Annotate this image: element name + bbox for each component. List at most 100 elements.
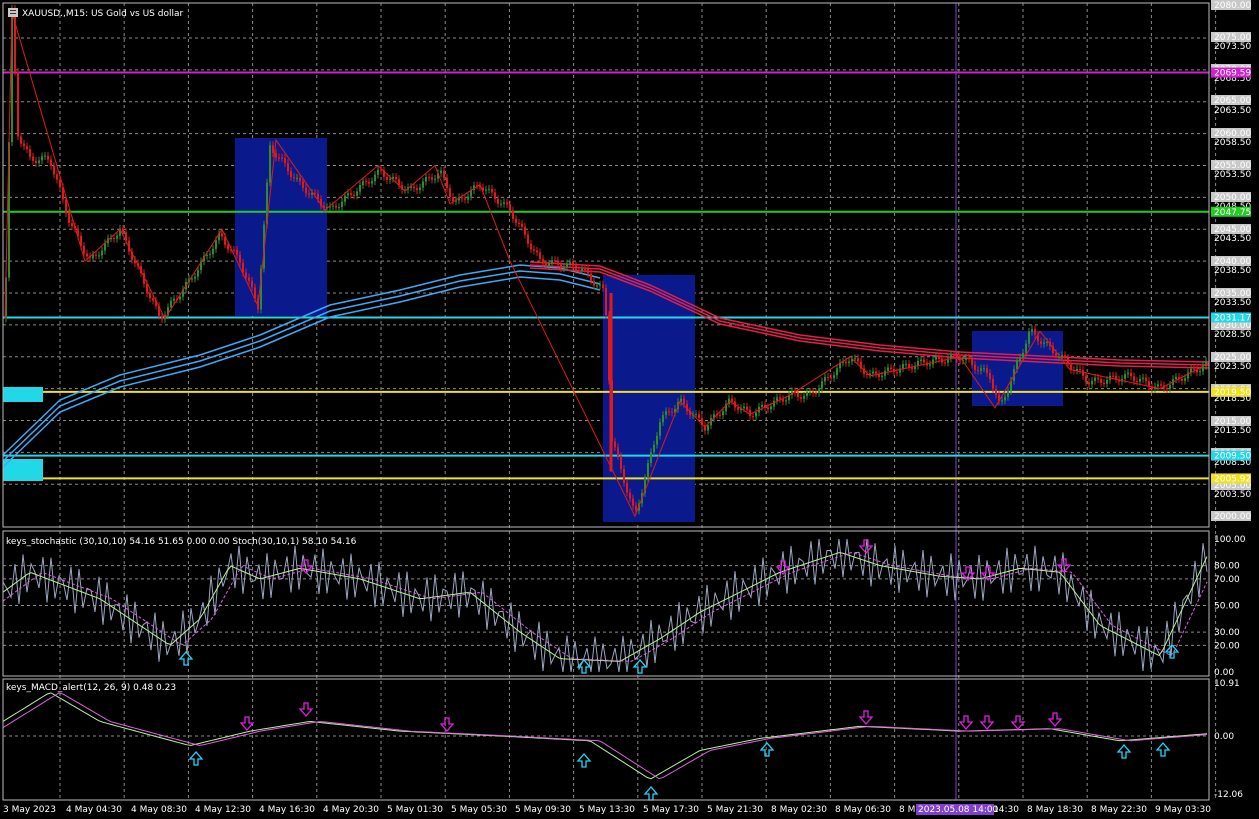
level-handle[interactable] — [3, 459, 43, 481]
candle-body — [290, 171, 292, 178]
candle-body — [581, 268, 583, 271]
candle-body — [773, 400, 775, 407]
candle-body — [497, 199, 499, 204]
macd-axis-label: 10.91 — [1214, 679, 1240, 689]
time-axis-label: 8 May 18:30 — [1027, 805, 1083, 815]
arrow-down-icon — [439, 717, 455, 732]
candle-body — [83, 245, 85, 254]
time-axis-label: 5 May 17:30 — [643, 805, 699, 815]
candle-body — [59, 179, 61, 188]
time-axis-label: 8 May 02:30 — [771, 805, 827, 815]
candle-body — [1124, 374, 1126, 379]
arrow-down-icon — [858, 710, 874, 725]
arrow-down-icon — [775, 560, 791, 575]
candle-body — [770, 406, 772, 410]
candle-body — [989, 372, 991, 379]
candle-body — [194, 276, 196, 279]
candle-body — [317, 193, 319, 200]
candle-body — [737, 407, 739, 410]
candle-body — [488, 188, 490, 190]
candle-body — [419, 187, 421, 190]
candle-body — [152, 298, 154, 301]
candle-body — [1082, 370, 1084, 376]
candle-body — [197, 270, 199, 277]
candle-body — [521, 223, 523, 227]
candle-body — [233, 249, 235, 251]
time-axis-label: 5 May 21:30 — [707, 805, 763, 815]
candle-body — [374, 174, 376, 182]
candle-body — [1004, 396, 1006, 401]
candle-body — [797, 392, 799, 398]
stoch-axis-label: 100.00 — [1214, 535, 1246, 545]
candle-body — [302, 181, 304, 188]
candle-body — [938, 356, 940, 359]
candle-body — [284, 158, 286, 164]
candle-body — [41, 156, 43, 161]
price-axis-label: 2023.50 — [1214, 362, 1251, 372]
candle-body — [341, 201, 343, 208]
candle-body — [14, 8, 16, 72]
candle-body — [578, 270, 580, 272]
candle-body — [824, 376, 826, 382]
candle-body — [104, 243, 106, 251]
candle-body — [653, 444, 655, 453]
candle-body — [179, 296, 181, 300]
candle-body — [749, 409, 751, 416]
candle-body — [995, 388, 997, 395]
price-tag-label: 2069.59 — [1214, 69, 1251, 79]
candle-body — [908, 363, 910, 368]
candle-body — [314, 192, 316, 194]
price-tag-label: 2031.17 — [1214, 313, 1251, 323]
price-axis-label: 2000.00 — [1214, 512, 1251, 522]
candle-body — [1136, 381, 1138, 383]
candle-body — [209, 254, 211, 256]
stoch-axis-label: 50.00 — [1214, 602, 1240, 612]
candle-body — [980, 368, 982, 371]
arrow-down-icon — [239, 716, 255, 731]
candle-body — [1169, 384, 1171, 389]
arrow-up-icon — [1155, 742, 1171, 757]
candle-body — [332, 205, 334, 207]
candle-body — [530, 243, 532, 250]
stoch-axis-label: 80.00 — [1214, 562, 1240, 572]
level-handle[interactable] — [3, 387, 43, 402]
arrow-down-icon — [1047, 712, 1063, 727]
candle-body — [425, 177, 427, 182]
candle-body — [71, 223, 73, 227]
candle-body — [161, 315, 163, 320]
candle-body — [596, 285, 598, 287]
candle-body — [347, 193, 349, 196]
candle-body — [1007, 391, 1009, 397]
candle-body — [395, 176, 397, 180]
candle-body — [389, 178, 391, 181]
candle-body — [539, 252, 541, 259]
candle-body — [170, 300, 172, 308]
candle-body — [974, 364, 976, 371]
candle-body — [116, 235, 118, 239]
time-axis-label: 8 May 22:30 — [1091, 805, 1147, 815]
candle-body — [986, 368, 988, 373]
candle-body — [287, 163, 289, 172]
candle-body — [422, 181, 424, 188]
candle-body — [1157, 384, 1159, 387]
candle-body — [491, 188, 493, 193]
chart-canvas[interactable]: 2080.002075.002073.502070.002068.502065.… — [0, 0, 1259, 819]
candle-body — [545, 263, 547, 266]
time-axis-label: 4 May 04:30 — [66, 805, 122, 815]
candle-body — [236, 249, 238, 255]
candle-body — [452, 197, 454, 202]
arrow-down-icon — [1010, 715, 1026, 730]
chart-grid-icon[interactable] — [8, 8, 18, 17]
candle-body — [848, 361, 850, 363]
candle-body — [881, 375, 883, 378]
candle-body — [620, 455, 622, 470]
candle-body — [755, 412, 757, 417]
candle-body — [359, 185, 361, 192]
candle-body — [542, 258, 544, 264]
candle-body — [413, 186, 415, 189]
candle-body — [1034, 329, 1036, 335]
candle-body — [38, 160, 40, 163]
candle-body — [98, 255, 100, 257]
candle-body — [1175, 376, 1177, 380]
candle-body — [569, 262, 571, 264]
